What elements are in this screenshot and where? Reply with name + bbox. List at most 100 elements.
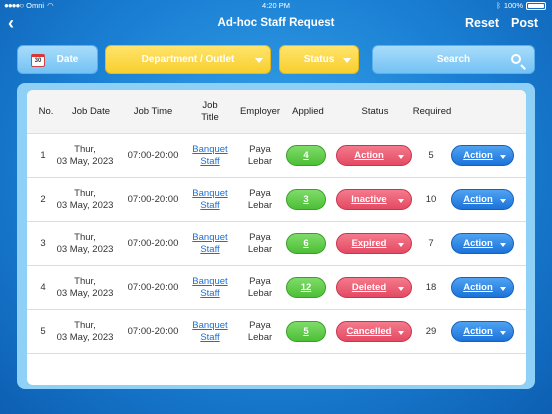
table-row: 4 Thur, 03 May, 2023 07:00-20:00 Banquet…	[27, 266, 526, 310]
post-button[interactable]: Post	[511, 16, 538, 30]
row-employer: Paya	[249, 276, 271, 287]
action-dropdown[interactable]: Action	[451, 189, 514, 210]
table-panel: No. Job Date Job Time Job Title Employer…	[17, 83, 535, 389]
applied-count: 4	[303, 150, 309, 161]
status-value: Inactive	[351, 194, 387, 205]
nav-bar: ‹ Ad-hoc Staff Request Reset Post	[0, 12, 552, 36]
reset-button[interactable]: Reset	[465, 16, 499, 30]
table-row: 2 Thur, 03 May, 2023 07:00-20:00 Banquet…	[27, 178, 526, 222]
applied-count: 5	[303, 326, 309, 337]
status-value: Action	[354, 150, 384, 161]
header-status: Status	[361, 106, 389, 117]
row-employer: Lebar	[247, 156, 273, 167]
caret-down-icon	[398, 331, 404, 335]
header-job-time: Job Time	[133, 106, 173, 117]
header-required: Required	[412, 106, 452, 117]
row-employer: Lebar	[247, 332, 273, 343]
applied-count-button[interactable]: 3	[286, 189, 326, 210]
applied-count-button[interactable]: 5	[286, 321, 326, 342]
status-bar-right: ᛒ 100%	[496, 1, 546, 10]
row-job-day: Thur,	[74, 276, 96, 287]
row-number: 1	[40, 150, 46, 161]
row-required: 7	[428, 238, 434, 249]
row-job-day: Thur,	[74, 232, 96, 243]
caret-down-icon	[398, 155, 404, 159]
row-job-day: Thur,	[74, 188, 96, 199]
row-employer: Lebar	[247, 288, 273, 299]
header-job-date: Job Date	[71, 106, 111, 117]
row-job-title-link[interactable]: Banquet	[187, 232, 233, 244]
row-job-title-link[interactable]: Banquet	[187, 276, 233, 288]
table-row: 5 Thur, 03 May, 2023 07:00-20:00 Banquet…	[27, 310, 526, 354]
caret-down-icon	[398, 199, 404, 203]
header-job-title-line2: Title	[201, 112, 219, 123]
row-job-title-link[interactable]: Staff	[187, 288, 233, 300]
caret-down-icon	[500, 199, 506, 203]
row-job-title-link[interactable]: Staff	[187, 200, 233, 212]
row-job-date: 03 May, 2023	[56, 244, 114, 255]
department-outlet-label: Department / Outlet	[141, 54, 235, 65]
status-dropdown[interactable]: Inactive	[336, 189, 412, 210]
row-job-title-link[interactable]: Banquet	[187, 320, 233, 332]
action-dropdown[interactable]: Action	[451, 321, 514, 342]
header-no: No.	[38, 106, 54, 117]
row-employer: Paya	[249, 144, 271, 155]
table-row: 1 Thur, 03 May, 2023 07:00-20:00 Banquet…	[27, 134, 526, 178]
caret-down-icon	[500, 331, 506, 335]
applied-count-button[interactable]: 12	[286, 277, 326, 298]
caret-down-icon	[500, 243, 506, 247]
action-label: Action	[463, 150, 493, 161]
status-value: Deleted	[351, 282, 387, 293]
row-job-title-link[interactable]: Staff	[187, 244, 233, 256]
status-dropdown[interactable]: Expired	[336, 233, 412, 254]
battery-percent: 100%	[503, 1, 523, 10]
applied-count: 12	[300, 282, 312, 293]
table-header: No. Job Date Job Time Job Title Employer…	[27, 90, 526, 134]
search-icon	[511, 54, 521, 64]
row-employer: Lebar	[247, 244, 273, 255]
row-job-day: Thur,	[74, 144, 96, 155]
action-dropdown[interactable]: Action	[451, 145, 514, 166]
header-job-title-line1: Job	[202, 100, 218, 111]
caret-down-icon	[398, 287, 404, 291]
action-label: Action	[463, 194, 493, 205]
action-label: Action	[463, 326, 493, 337]
action-label: Action	[463, 282, 493, 293]
status-filter-dropdown[interactable]: Status	[279, 45, 359, 74]
status-dropdown[interactable]: Cancelled	[336, 321, 412, 342]
row-required: 5	[428, 150, 434, 161]
date-filter-button[interactable]: 30 Date	[17, 45, 98, 74]
status-value: Expired	[351, 238, 387, 249]
row-job-date: 03 May, 2023	[56, 288, 114, 299]
caret-down-icon	[255, 58, 263, 63]
row-job-date: 03 May, 2023	[56, 156, 114, 167]
search-placeholder: Search	[436, 54, 471, 65]
status-value: Cancelled	[346, 326, 392, 337]
bluetooth-icon: ᛒ	[496, 1, 501, 10]
row-job-title-link[interactable]: Banquet	[187, 144, 233, 156]
action-dropdown[interactable]: Action	[451, 233, 514, 254]
row-job-time: 07:00-20:00	[127, 194, 179, 205]
caret-down-icon	[398, 243, 404, 247]
row-job-title-link[interactable]: Banquet	[187, 188, 233, 200]
row-job-title-link[interactable]: Staff	[187, 156, 233, 168]
row-job-title-link[interactable]: Staff	[187, 332, 233, 344]
applied-count: 6	[303, 238, 309, 249]
caret-down-icon	[343, 58, 351, 63]
applied-count-button[interactable]: 4	[286, 145, 326, 166]
action-dropdown[interactable]: Action	[451, 277, 514, 298]
applied-count-button[interactable]: 6	[286, 233, 326, 254]
row-job-time: 07:00-20:00	[127, 326, 179, 337]
row-required: 18	[425, 282, 437, 293]
battery-icon	[526, 1, 546, 10]
status-dropdown[interactable]: Action	[336, 145, 412, 166]
status-dropdown[interactable]: Deleted	[336, 277, 412, 298]
row-job-time: 07:00-20:00	[127, 150, 179, 161]
row-job-date: 03 May, 2023	[56, 200, 114, 211]
department-outlet-dropdown[interactable]: Department / Outlet	[105, 45, 271, 74]
row-employer: Paya	[249, 320, 271, 331]
row-number: 3	[40, 238, 46, 249]
search-input[interactable]: Search	[372, 45, 535, 74]
row-job-time: 07:00-20:00	[127, 238, 179, 249]
header-employer: Employer	[239, 106, 281, 117]
